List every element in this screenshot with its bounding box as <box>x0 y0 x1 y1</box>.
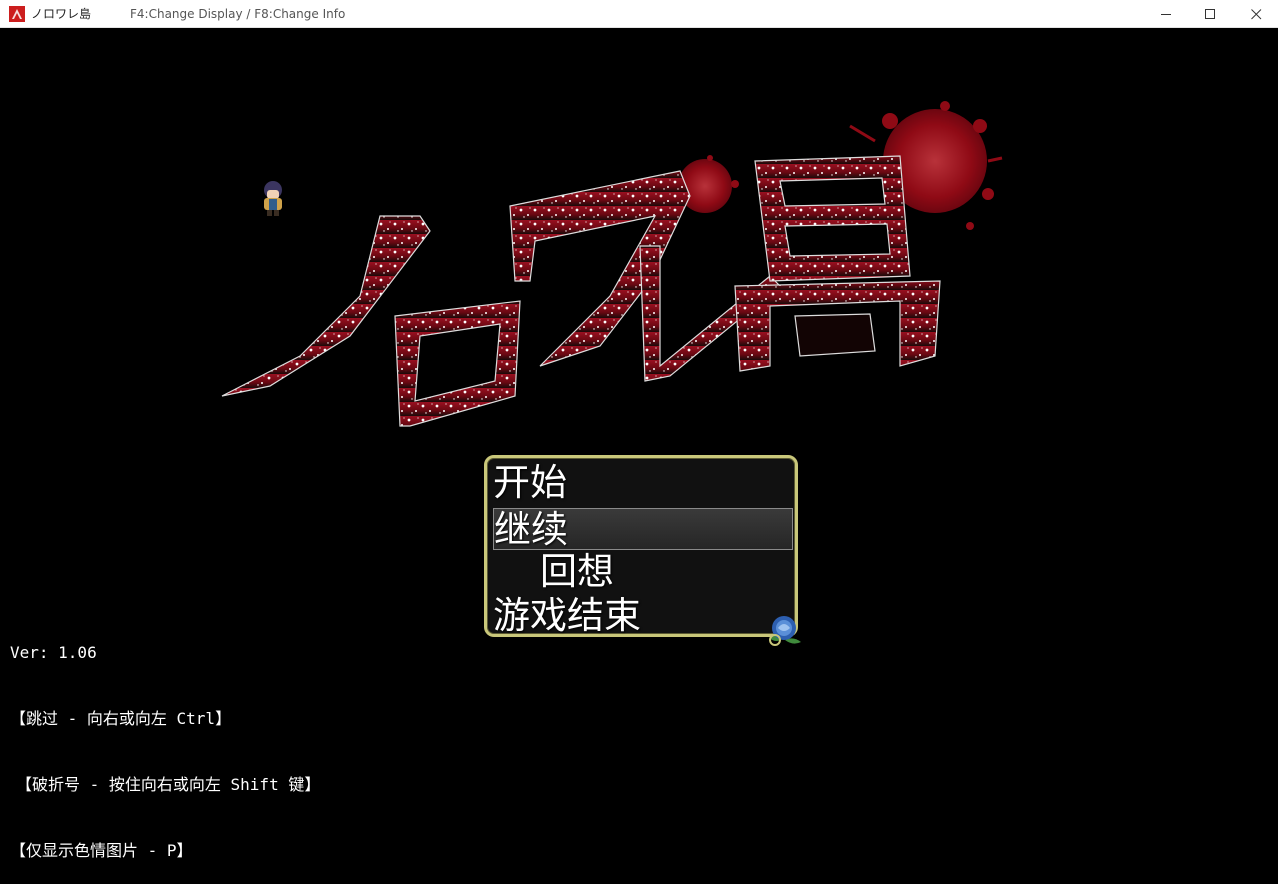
info-panel: Ver: 1.06 【跳过 - 向右或向左 Ctrl】 【破折号 - 按住向右或… <box>10 598 320 884</box>
minimize-button[interactable] <box>1143 0 1189 28</box>
logo-glyph-wa <box>509 170 691 367</box>
rose-ornament-icon <box>769 616 801 646</box>
hint-gallery: 【仅显示色情图片 - P】 <box>10 841 193 860</box>
app-icon <box>9 6 25 22</box>
maximize-button[interactable] <box>1187 0 1233 28</box>
hint-dash: 【破折号 - 按住向右或向左 Shift 键】 <box>16 775 321 794</box>
close-icon <box>1250 8 1261 19</box>
menu-game-end[interactable]: 游戏结束 <box>493 595 793 637</box>
character-sprite <box>264 181 282 216</box>
version-text: Ver: 1.06 <box>10 643 97 662</box>
game-logo <box>221 101 1003 427</box>
blood-splatter-small <box>678 155 739 213</box>
logo-glyph-ro <box>394 300 521 427</box>
maximize-icon <box>1204 8 1215 19</box>
window-hint: F4:Change Display / F8:Change Info <box>130 7 346 21</box>
minimize-icon <box>1160 13 1171 15</box>
menu-recollection[interactable]: 回想 <box>493 551 840 593</box>
close-button[interactable] <box>1233 0 1278 28</box>
window-titlebar: ノロワレ島 F4:Change Display / F8:Change Info <box>0 0 1278 28</box>
window-title: ノロワレ島 <box>31 7 92 21</box>
title-menu: 开始 继续 回想 游戏结束 <box>484 455 798 637</box>
menu-continue[interactable]: 继续 <box>493 508 793 551</box>
menu-start[interactable]: 开始 <box>493 462 793 504</box>
hint-skip: 【跳过 - 向右或向左 Ctrl】 <box>10 709 232 728</box>
